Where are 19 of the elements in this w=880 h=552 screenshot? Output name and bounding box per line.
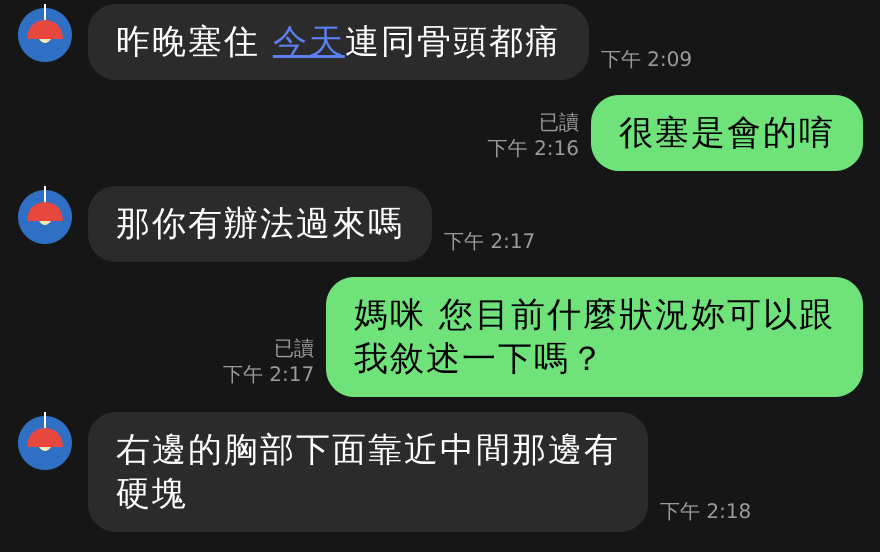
- message-text: 我敘述一下嗎？: [354, 339, 606, 379]
- message-text: 很塞是會的唷: [619, 113, 835, 153]
- message-text: 右邊的胸部下面靠近中間那邊有: [116, 430, 620, 470]
- avatar-icon[interactable]: [16, 186, 74, 244]
- message-link[interactable]: 今天: [272, 22, 345, 62]
- message-time: 下午 2:18: [660, 498, 752, 525]
- message-text: 硬塊: [116, 474, 188, 514]
- message-text: 昨晚塞住: [116, 22, 261, 62]
- message-time: 下午 2:09: [600, 46, 692, 73]
- avatar-icon[interactable]: [16, 412, 74, 470]
- message-text: 那你有辦法過來嗎: [116, 204, 404, 244]
- message-time: 下午 2:17: [444, 228, 536, 255]
- message-text: 連同骨頭都痛: [344, 22, 561, 62]
- message-time: 下午 2:16: [488, 135, 579, 161]
- message-text: 媽咪 您目前什麼狀況妳可以跟: [354, 295, 835, 335]
- avatar-icon[interactable]: [16, 4, 74, 62]
- message-time: 下午 2:17: [222, 361, 314, 387]
- read-receipt: 已讀: [539, 109, 579, 135]
- read-receipt: 已讀: [274, 335, 314, 361]
